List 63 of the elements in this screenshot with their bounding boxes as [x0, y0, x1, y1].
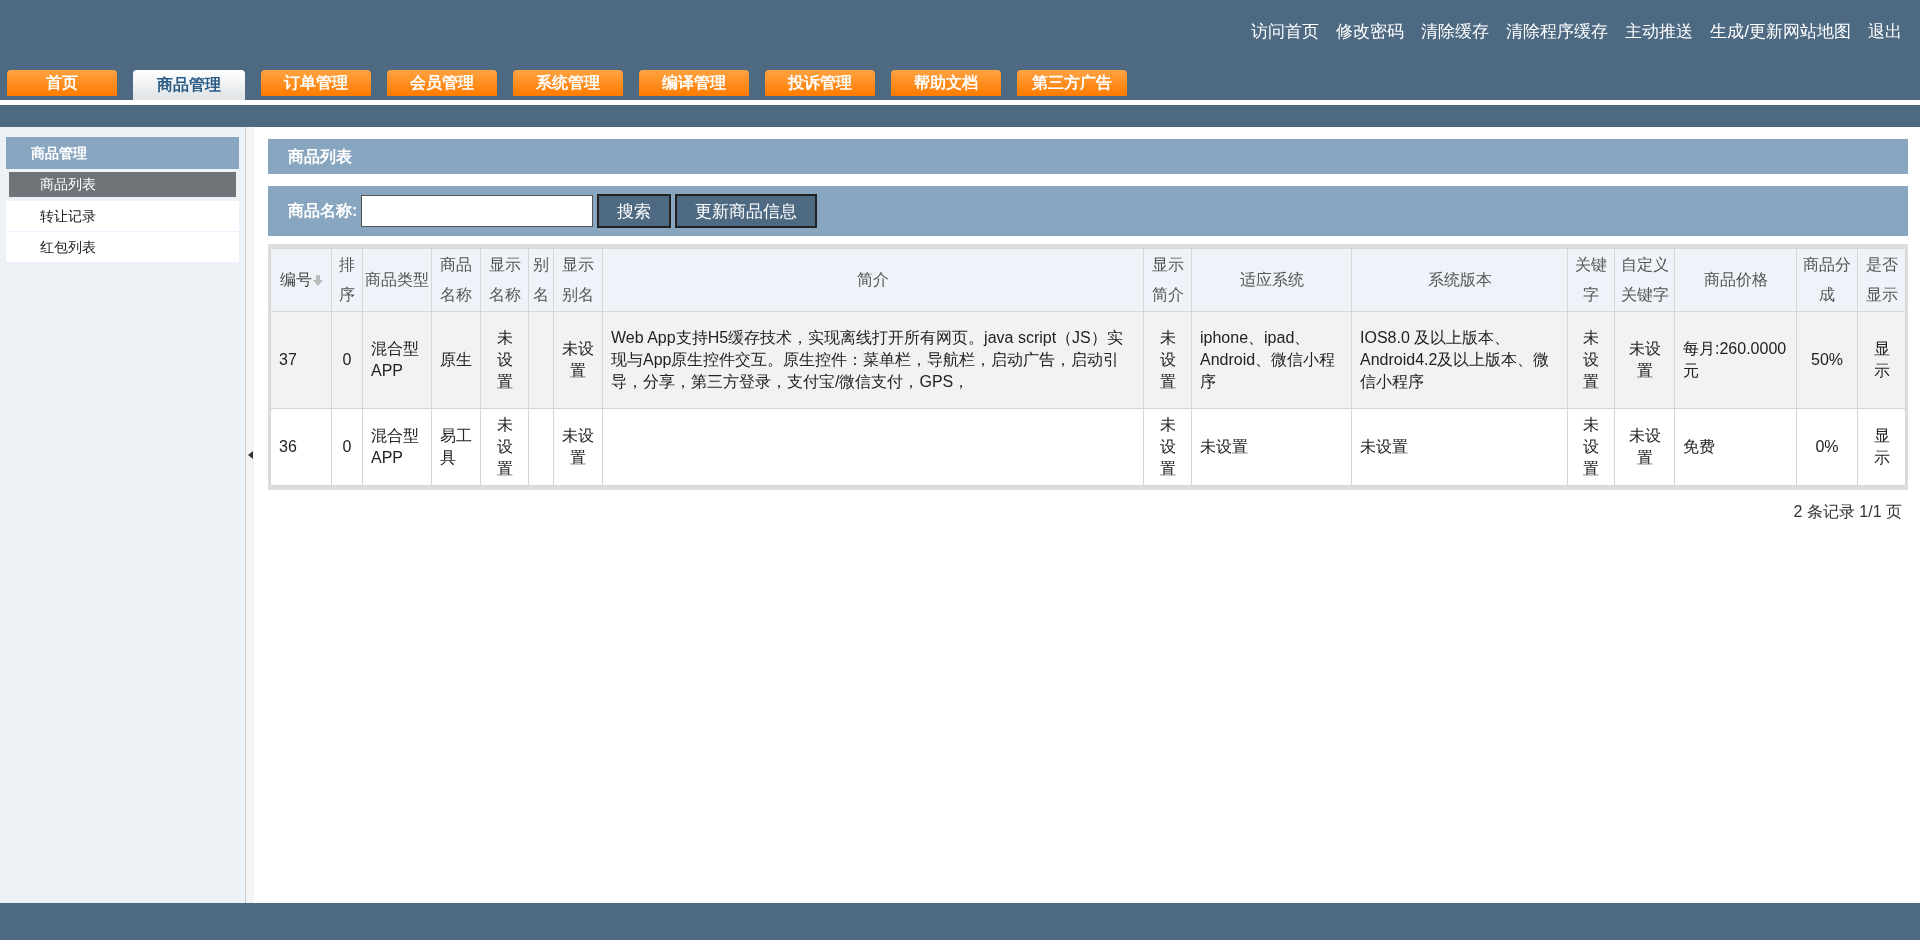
header-link[interactable]: 访问首页: [1251, 20, 1320, 43]
sidebar-item[interactable]: 转让记录: [6, 201, 240, 232]
table-cell: 混合型APP: [371, 427, 419, 466]
table-cell: 未设置: [1583, 416, 1599, 477]
column-header: 显示别名: [562, 256, 594, 303]
search-field[interactable]: [361, 195, 594, 227]
header-link[interactable]: 修改密码: [1336, 20, 1405, 43]
column-header: 商品类型: [365, 271, 429, 288]
table-cell: 36: [279, 438, 297, 455]
column-header: 简介: [857, 271, 889, 288]
table-cell: 易工具: [440, 427, 472, 466]
table-cell: 未设置: [1200, 438, 1248, 455]
table-cell: 显示: [1873, 427, 1890, 466]
table-cell: 0%: [1815, 438, 1839, 455]
header-link[interactable]: 退出: [1868, 20, 1902, 43]
table-cell: 未设置: [1159, 416, 1176, 477]
column-header: 排序: [339, 256, 355, 303]
table-cell: 0: [342, 351, 352, 368]
header-link[interactable]: 生成/更新网站地图: [1710, 20, 1851, 43]
column-header: 商品名称: [440, 256, 472, 303]
table-cell: 未设置: [562, 340, 594, 379]
table-cell: 免费: [1683, 438, 1715, 455]
search-button[interactable]: 更新商品信息: [675, 194, 818, 228]
search-button[interactable]: 搜索: [597, 194, 672, 228]
table-cell: 未设置: [562, 427, 594, 466]
column-header: 关键字: [1575, 256, 1607, 303]
table-cell: 50%: [1811, 351, 1843, 368]
column-header: 系统版本: [1427, 271, 1492, 288]
column-header: 编号: [279, 271, 312, 288]
header-link[interactable]: 清除程序缓存: [1506, 20, 1609, 43]
table-cell: 每月:260.0000元: [1683, 340, 1787, 379]
column-header: 是否显示: [1865, 256, 1898, 303]
table-cell: 37: [279, 351, 297, 368]
table-cell: 未设置: [1583, 329, 1599, 390]
table-cell: 未设置: [1159, 329, 1176, 390]
table-cell: iphone、ipad、Android、微信小程序: [1200, 329, 1336, 390]
table-cell: 未设置: [496, 329, 513, 390]
header-link[interactable]: 主动推送: [1625, 20, 1694, 43]
sidebar-title: 商品管理: [6, 137, 240, 169]
header-link[interactable]: 清除缓存: [1421, 20, 1490, 43]
table-cell: 未设置: [1628, 427, 1661, 466]
sidebar-item[interactable]: 红包列表: [6, 232, 240, 263]
column-header: 显示简介: [1151, 256, 1184, 303]
column-header: 商品分成: [1803, 256, 1851, 303]
table-cell: Web App支持H5缓存技术，实现离线打开所有网页。java script（JS）实现与App原生控件交互。原生控件：菜单栏，导航栏，启动广告，启动引导，分享，第三方登录，支付宝/微信支付，GPS，: [611, 329, 1123, 390]
panel-title: 商品列表: [268, 139, 1908, 174]
nav-tab[interactable]: 商品管理: [133, 70, 245, 100]
table-cell: 未设置: [1360, 438, 1408, 455]
search-label: 商品名称:: [288, 200, 358, 221]
column-header: 别名: [533, 256, 549, 303]
sidebar-item[interactable]: 商品列表: [9, 172, 237, 198]
column-header: 显示名称: [488, 256, 521, 303]
column-header: 适应系统: [1239, 271, 1304, 288]
pagination-text: 2 条记录 1/1 页: [1793, 503, 1902, 520]
table-cell: 未设置: [1628, 340, 1661, 379]
table-cell: 原生: [440, 351, 472, 368]
table-cell: 显示: [1873, 340, 1890, 379]
column-header: 商品价格: [1703, 271, 1768, 288]
table-cell: 0: [342, 438, 352, 455]
table-cell: 混合型APP: [371, 340, 419, 379]
table-cell: IOS8.0 及以上版本、Android4.2及以上版本、微信小程序: [1360, 329, 1550, 390]
column-header: 自定义关键字: [1620, 256, 1669, 303]
table-cell: 未设置: [496, 416, 513, 477]
